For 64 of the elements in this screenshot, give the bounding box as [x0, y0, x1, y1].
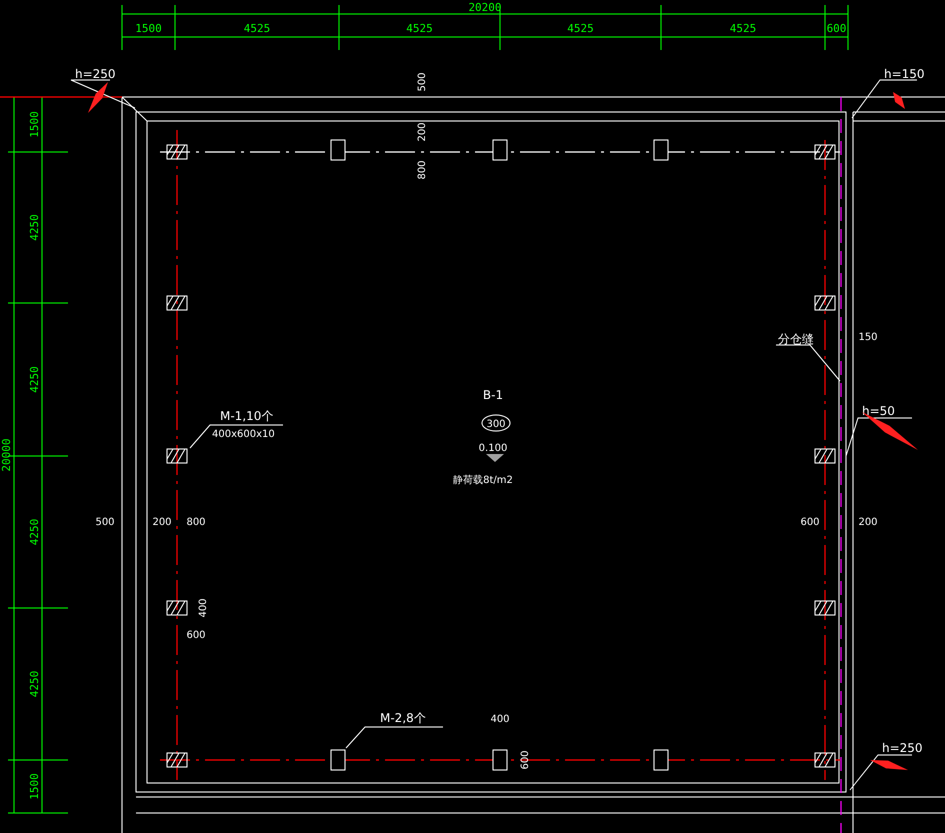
dimension-text: 800 [417, 160, 428, 180]
dimension-text: 4525 [567, 22, 594, 35]
level-mark-text: h=250 [882, 741, 923, 755]
leader-line [70, 80, 136, 108]
embedded-plate [166, 448, 188, 464]
callout-text: 分仓缝 [778, 332, 814, 346]
annotation-arrow [870, 760, 908, 770]
dimension-text: 600 [520, 750, 531, 770]
annotation-arrow [893, 92, 905, 109]
dimension-text: 1500 [28, 111, 41, 138]
embedded-plate [166, 144, 188, 160]
slab-thickness: 300 [486, 419, 506, 430]
embedded-plate [814, 600, 836, 616]
dimension-text: 20000 [0, 438, 13, 472]
embedded-plate [166, 600, 188, 616]
embedded-plate [492, 140, 508, 160]
dimension-text: 4525 [406, 22, 433, 35]
dimension-text: 200 [152, 517, 172, 528]
dimension-text: 500 [417, 72, 428, 92]
dimension-text: 200 [417, 122, 428, 142]
dimension-text: 400 [490, 714, 510, 725]
dimension-text: 600 [800, 517, 820, 528]
dimension-text: 4250 [28, 214, 41, 241]
embedded-plate [166, 752, 188, 768]
callout-text: 400x600x10 [212, 429, 275, 440]
thickness-ellipse [482, 414, 510, 432]
level-mark-text: h=250 [75, 67, 116, 81]
dimension-text: 4525 [244, 22, 270, 35]
leader-line [850, 754, 912, 790]
leader-line [846, 418, 912, 456]
elevation-marker-icon [486, 454, 504, 462]
dimension-text: 200 [858, 517, 878, 528]
level-mark-text: h=50 [862, 404, 895, 418]
dimension-text: 800 [186, 517, 206, 528]
dimension-text: 4250 [28, 670, 41, 698]
embedded-plate [814, 144, 836, 160]
annotation-arrow [88, 82, 108, 113]
dimension-text: 600 [186, 630, 206, 641]
dimension-text: 1500 [28, 773, 41, 800]
embedded-plate [814, 752, 836, 768]
embedded-plate [814, 448, 836, 464]
slab-elevation: 0.100 [478, 443, 508, 454]
embedded-plate [814, 296, 836, 310]
level-mark-text: h=150 [884, 67, 925, 81]
leader-line [852, 80, 918, 118]
slab-name: B-1 [482, 388, 504, 402]
embedded-plate [654, 140, 668, 160]
dimension-text: 4525 [730, 22, 756, 35]
callout-text: M-2,8个 [380, 711, 426, 725]
embedded-plate [492, 750, 508, 770]
dimension-text: 150 [858, 332, 878, 343]
callout-text: M-1,10个 [220, 409, 274, 423]
dimension-text: 4250 [28, 366, 41, 393]
embedded-plate [654, 750, 668, 770]
slab-load: 静荷载8t/m2 [453, 475, 513, 486]
embedded-plate [166, 296, 188, 310]
embedded-plate [330, 750, 346, 770]
dimension-text: 400 [198, 598, 209, 618]
dimension-text: 500 [95, 517, 115, 528]
leader-line [776, 344, 840, 382]
embedded-plate [330, 140, 346, 160]
dimension-text: 600 [826, 22, 846, 35]
dimension-text: 4250 [28, 518, 41, 546]
dimension-text: 1500 [135, 22, 162, 35]
